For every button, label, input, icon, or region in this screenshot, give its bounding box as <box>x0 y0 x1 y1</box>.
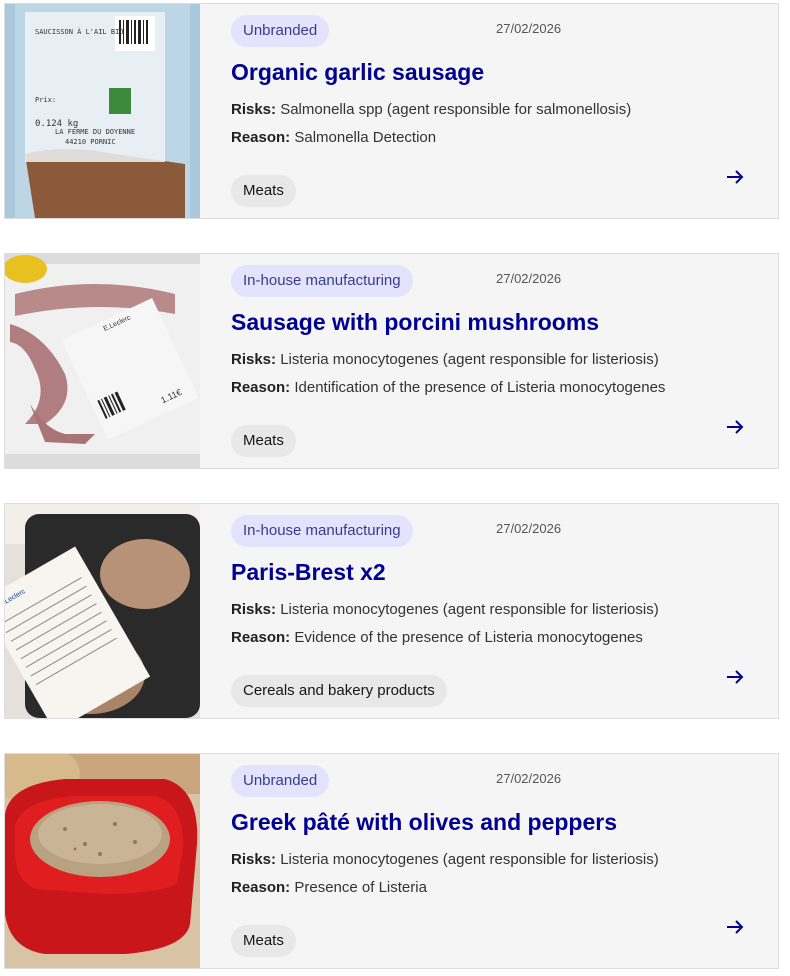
publication-date: 27/02/2026 <box>496 521 562 536</box>
reason-line: Reason: Evidence of the presence of List… <box>231 629 643 646</box>
product-image: E.Leclerc <box>5 504 200 718</box>
category-tag: Meats <box>231 425 296 457</box>
product-image: E.Leclerc 1.11€ <box>5 254 200 468</box>
risks-line: Risks: Salmonella spp (agent responsible… <box>231 101 631 118</box>
brand-badge: In-house manufacturing <box>231 265 413 297</box>
publication-date: 27/02/2026 <box>496 21 562 36</box>
reason-label: Reason: <box>231 629 291 646</box>
arrow-right-icon[interactable] <box>724 666 746 688</box>
arrow-right-icon[interactable] <box>724 416 746 438</box>
brand-badge: Unbranded <box>231 765 330 797</box>
garlic-sausage-image: SAUCISSON À L'AIL BIO Prix: 0.124 kg LA … <box>5 4 200 218</box>
reason-label: Reason: <box>231 379 291 396</box>
card-body: Unbranded 27/02/2026 Greek pâté with oli… <box>200 754 778 968</box>
package-label-text: LA FERME DU DOYENNE <box>55 128 135 136</box>
porcini-sausage-image: E.Leclerc 1.11€ <box>5 254 200 468</box>
product-title[interactable]: Organic garlic sausage <box>231 59 484 86</box>
publication-date: 27/02/2026 <box>496 271 562 286</box>
risks-label: Risks: <box>231 101 277 118</box>
reason-line: Reason: Presence of Listeria <box>231 879 427 896</box>
risks-line: Risks: Listeria monocytogenes (agent res… <box>231 601 659 618</box>
reason-label: Reason: <box>231 879 291 896</box>
card-body: Unbranded 27/02/2026 Organic garlic saus… <box>200 4 778 218</box>
category-tag: Meats <box>231 925 296 957</box>
recall-card[interactable]: E.Leclerc In-house manufacturing 27/02/2… <box>4 503 779 719</box>
recall-card[interactable]: Unbranded 27/02/2026 Greek pâté with oli… <box>4 753 779 969</box>
publication-date: 27/02/2026 <box>496 771 562 786</box>
product-image: SAUCISSON À L'AIL BIO Prix: 0.124 kg LA … <box>5 4 200 218</box>
paris-brest-image: E.Leclerc <box>5 504 200 718</box>
reason-value: Salmonella Detection <box>294 129 437 146</box>
risks-label: Risks: <box>231 351 277 368</box>
category-tag: Cereals and bakery products <box>231 675 447 707</box>
package-label-text: SAUCISSON À L'AIL BIO <box>35 27 124 36</box>
recall-list: SAUCISSON À L'AIL BIO Prix: 0.124 kg LA … <box>0 0 790 976</box>
reason-value: Identification of the presence of Lister… <box>294 379 666 396</box>
risks-value: Salmonella spp (agent responsible for sa… <box>280 101 632 118</box>
recall-card[interactable]: E.Leclerc 1.11€ In-house manufacturing 2… <box>4 253 779 469</box>
risks-line: Risks: Listeria monocytogenes (agent res… <box>231 851 659 868</box>
reason-value: Presence of Listeria <box>294 879 427 896</box>
arrow-right-icon[interactable] <box>724 916 746 938</box>
product-title[interactable]: Sausage with porcini mushrooms <box>231 309 599 336</box>
product-title[interactable]: Greek pâté with olives and peppers <box>231 809 617 836</box>
recall-card[interactable]: SAUCISSON À L'AIL BIO Prix: 0.124 kg LA … <box>4 3 779 219</box>
risks-value: Listeria monocytogenes (agent responsibl… <box>280 601 659 618</box>
product-image <box>5 754 200 968</box>
risks-value: Listeria monocytogenes (agent responsibl… <box>280 351 659 368</box>
reason-line: Reason: Salmonella Detection <box>231 129 436 146</box>
risks-line: Risks: Listeria monocytogenes (agent res… <box>231 351 659 368</box>
risks-value: Listeria monocytogenes (agent responsibl… <box>280 851 659 868</box>
card-body: In-house manufacturing 27/02/2026 Paris-… <box>200 504 778 718</box>
reason-line: Reason: Identification of the presence o… <box>231 379 665 396</box>
package-label-text: Prix: <box>35 96 56 104</box>
card-body: In-house manufacturing 27/02/2026 Sausag… <box>200 254 778 468</box>
product-title[interactable]: Paris-Brest x2 <box>231 559 386 586</box>
brand-badge: In-house manufacturing <box>231 515 413 547</box>
package-label-text: 44210 PORNIC <box>65 138 116 146</box>
reason-label: Reason: <box>231 129 291 146</box>
risks-label: Risks: <box>231 851 277 868</box>
arrow-right-icon[interactable] <box>724 166 746 188</box>
reason-value: Evidence of the presence of Listeria mon… <box>294 629 643 646</box>
category-tag: Meats <box>231 175 296 207</box>
greek-pate-image <box>5 754 200 968</box>
risks-label: Risks: <box>231 601 277 618</box>
brand-badge: Unbranded <box>231 15 330 47</box>
